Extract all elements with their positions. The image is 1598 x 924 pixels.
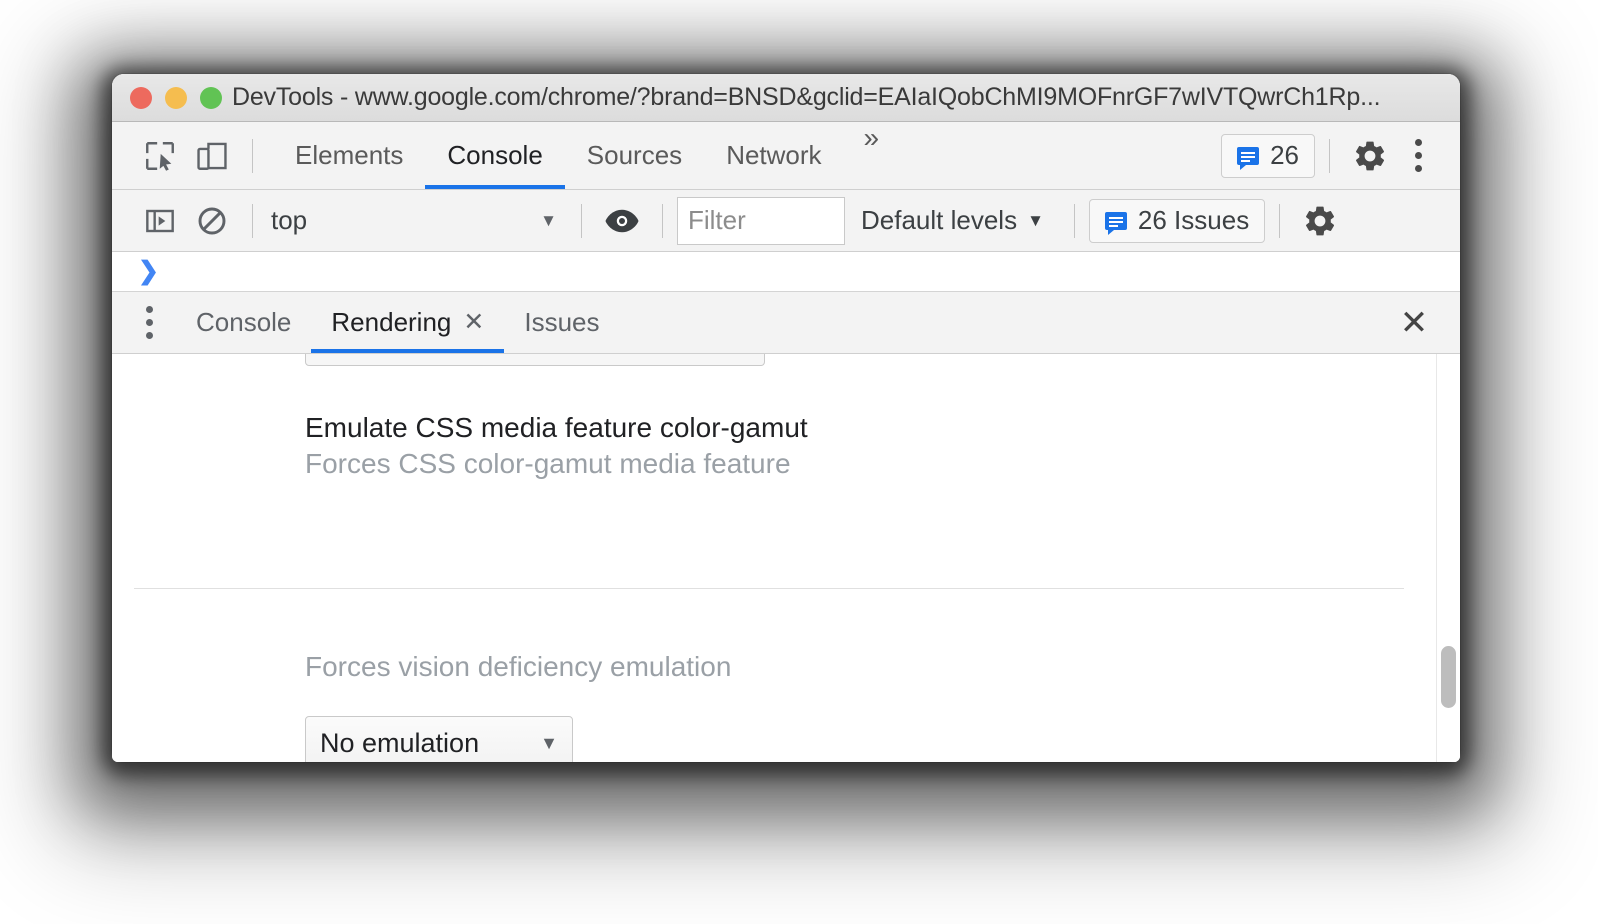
console-toolbar-divider-2 <box>581 203 582 238</box>
color-gamut-setting-title: Emulate CSS media feature color-gamut <box>305 412 808 443</box>
vision-deficiency-select[interactable]: No emulation ▼ <box>305 716 573 762</box>
issues-bubble-icon <box>1237 146 1260 170</box>
execution-context-value: top <box>271 205 308 235</box>
traffic-lights <box>130 86 222 109</box>
scrolled-offscreen-select[interactable] <box>305 354 765 366</box>
device-toolbar-icon <box>195 139 229 173</box>
console-sidebar-icon <box>144 205 176 237</box>
chevron-down-icon: ▼ <box>540 732 558 753</box>
close-drawer-button[interactable]: ✕ <box>1386 292 1442 353</box>
devtools-window: DevTools - www.google.com/chrome/?brand=… <box>112 74 1460 762</box>
minimize-window-button[interactable] <box>165 86 187 109</box>
console-prompt-chevron-icon: ❯ <box>138 257 159 285</box>
clear-console-icon <box>196 205 228 237</box>
issues-bubble-icon <box>1104 211 1127 235</box>
console-issues-button[interactable]: 26 Issues <box>1088 198 1266 243</box>
panel-scrollbar-track[interactable] <box>1436 354 1460 762</box>
console-sidebar-button[interactable] <box>134 195 186 247</box>
live-expression-button[interactable] <box>596 195 648 247</box>
kebab-dot-middle <box>145 319 153 326</box>
settings-divider <box>134 588 1404 589</box>
vision-deficiency-setting-subtitle: Forces vision deficiency emulation <box>305 651 732 682</box>
tab-sources-label: Sources <box>586 140 683 170</box>
kebab-dot-bottom <box>145 332 153 339</box>
log-levels-label: Default levels <box>861 205 1018 235</box>
console-issues-label: 26 Issues <box>1137 205 1250 235</box>
toolbar-divider <box>252 138 253 173</box>
vision-deficiency-select-value: No emulation <box>320 727 480 758</box>
inspect-element-button[interactable] <box>134 130 186 182</box>
main-menu-button[interactable] <box>1396 130 1440 182</box>
close-icon: ✕ <box>1399 303 1429 342</box>
console-filter-toolbar: top ▼ Default levels ▼ <box>112 190 1460 252</box>
page-root: DevTools - www.google.com/chrome/?brand=… <box>0 0 1598 924</box>
console-toolbar-divider-1 <box>252 203 253 238</box>
window-titlebar: DevTools - www.google.com/chrome/?brand=… <box>112 74 1460 122</box>
settings-button[interactable] <box>1344 130 1396 182</box>
zoom-window-button[interactable] <box>200 86 222 109</box>
devtools-main-toolbar: Elements Console Sources Network » 26 <box>112 122 1460 190</box>
kebab-dot-top <box>1414 139 1422 146</box>
drawer-menu-button[interactable] <box>122 292 176 353</box>
panel-tabs: Elements Console Sources Network » <box>273 122 896 189</box>
window-title: DevTools - www.google.com/chrome/?brand=… <box>232 83 1381 111</box>
tab-network[interactable]: Network <box>704 122 843 189</box>
log-levels-select[interactable]: Default levels ▼ <box>845 205 1060 236</box>
tab-elements[interactable]: Elements <box>273 122 425 189</box>
more-panels-button[interactable]: » <box>844 122 897 189</box>
tab-console[interactable]: Console <box>425 122 566 189</box>
kebab-dot-middle <box>1414 152 1422 159</box>
drawer-tab-rendering[interactable]: Rendering ✕ <box>311 292 505 353</box>
chevron-down-icon: ▼ <box>1027 210 1044 230</box>
console-toolbar-divider-4 <box>1073 203 1075 238</box>
chevron-double-right-icon: » <box>863 122 879 153</box>
toolbar-divider-right <box>1329 138 1330 173</box>
chevron-down-icon: ▼ <box>540 210 557 230</box>
kebab-dot-bottom <box>1414 165 1422 172</box>
tab-console-label: Console <box>447 140 543 170</box>
drawer-tab-console[interactable]: Console <box>176 292 311 353</box>
drawer-tab-console-label: Console <box>196 307 292 337</box>
console-prompt-row[interactable]: ❯ <box>112 252 1460 292</box>
close-icon[interactable]: ✕ <box>463 310 484 335</box>
drawer-tab-issues-label: Issues <box>524 307 600 337</box>
color-gamut-setting-subtitle: Forces CSS color-gamut media feature <box>305 448 791 479</box>
drawer-tabbar: Console Rendering ✕ Issues ✕ <box>112 292 1460 354</box>
console-toolbar-divider-3 <box>662 203 663 238</box>
drawer-tab-rendering-label: Rendering <box>331 307 452 337</box>
eye-icon <box>604 206 640 236</box>
gear-icon <box>1302 203 1338 239</box>
device-toolbar-button[interactable] <box>186 130 238 182</box>
console-settings-button[interactable] <box>1294 195 1346 247</box>
clear-console-button[interactable] <box>186 195 238 247</box>
tab-sources[interactable]: Sources <box>565 122 704 189</box>
gear-icon <box>1352 138 1388 174</box>
inspect-element-icon <box>143 139 177 173</box>
console-toolbar-divider-5 <box>1279 203 1281 238</box>
issues-count-badge[interactable]: 26 <box>1221 133 1315 178</box>
panel-scrollbar-thumb[interactable] <box>1441 646 1456 708</box>
tab-network-label: Network <box>726 140 822 170</box>
kebab-dot-top <box>145 306 153 313</box>
console-filter-input[interactable] <box>677 196 845 245</box>
rendering-panel: Emulate CSS media feature color-gamut Fo… <box>112 354 1460 762</box>
tab-elements-label: Elements <box>295 140 404 170</box>
drawer-tab-issues[interactable]: Issues <box>504 292 619 353</box>
execution-context-select[interactable]: top ▼ <box>267 199 567 243</box>
close-window-button[interactable] <box>130 86 152 109</box>
issues-count-label: 26 <box>1270 140 1299 170</box>
